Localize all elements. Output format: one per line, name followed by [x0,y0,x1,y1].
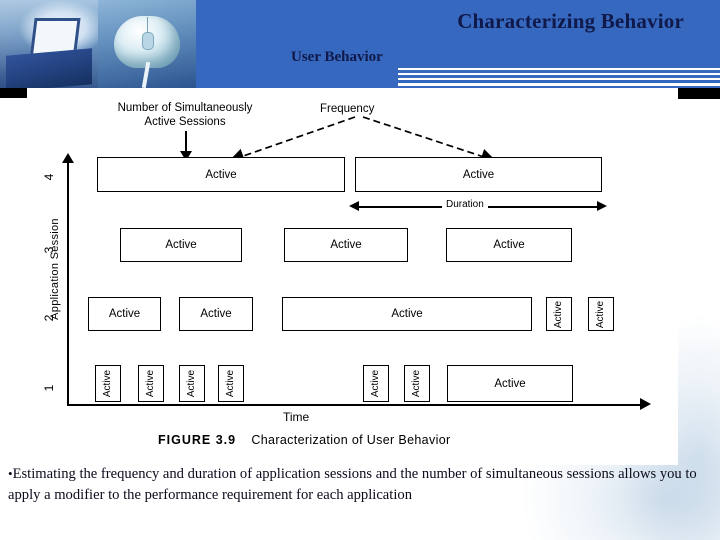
session-box-r1-c6[interactable]: Active [404,365,430,402]
x-axis-arrow-icon [640,398,651,410]
mouse-photo [98,0,196,88]
figure-black-bar-right [678,88,720,99]
header-stripes [398,68,720,88]
session-box-r1-c4[interactable]: Active [218,365,244,402]
session-box-label: Active [165,239,197,251]
session-box-r3-c3[interactable]: Active [446,228,572,262]
annotation-duration: Duration [442,199,488,210]
annotation-simultaneous-sessions: Number of Simultaneously Active Sessions [90,101,280,129]
slide: Characterizing Behavior User Behavior Nu… [0,0,720,540]
session-box-label: Active [330,239,362,251]
y-axis-arrow-icon [62,153,74,163]
y-tick-3: 3 [42,246,56,254]
session-box-r4-c1[interactable]: Active [97,157,345,192]
duration-arrow-head-left-icon [349,201,359,211]
sessions-arrow-shaft [185,131,187,153]
session-box-label: Active [553,300,565,328]
session-box-r2-c2[interactable]: Active [179,297,253,331]
duration-arrow-head-right-icon [597,201,607,211]
y-tick-1: 1 [42,384,56,392]
session-box-label: Active [225,369,237,398]
session-box-r1-c5[interactable]: Active [363,365,389,402]
bullet-paragraph: •Estimating the frequency and duration o… [8,463,708,506]
figure-caption: FIGURE 3.9 Characterization of User Beha… [158,433,451,447]
session-box-label: Active [145,369,157,398]
x-axis-label: Time [283,410,310,424]
figure-canvas: Number of Simultaneously Active Sessions… [27,98,678,465]
session-box-label: Active [595,300,607,328]
session-box-r4-c2[interactable]: Active [355,157,602,192]
laptop-photo [0,0,98,88]
session-box-label: Active [102,369,114,398]
session-box-label: Active [186,369,198,398]
session-box-label: Active [462,168,495,181]
session-box-label: Active [411,369,423,398]
session-box-r1-c2[interactable]: Active [138,365,164,402]
session-box-r1-c1[interactable]: Active [95,365,121,402]
session-box-label: Active [391,308,423,320]
slide-header: Characterizing Behavior User Behavior [0,0,720,88]
annotation-sessions-line2: Active Sessions [144,116,226,128]
session-box-r2-c5[interactable]: Active [588,297,614,331]
x-axis-line [67,404,642,406]
session-box-r2-c1[interactable]: Active [88,297,161,331]
figure-caption-text: Characterization of User Behavior [251,433,451,447]
session-box-r1-c7[interactable]: Active [447,365,573,402]
figure-caption-prefix: FIGURE 3.9 [158,433,237,447]
mouse-wheel [142,32,154,50]
session-box-label: Active [108,308,141,320]
y-axis-line [67,161,69,406]
bullet-text: Estimating the frequency and duration of… [8,466,697,503]
y-tick-2: 2 [42,314,56,322]
session-box-r2-c4[interactable]: Active [546,297,572,331]
page-title: Characterizing Behavior [457,9,684,33]
session-box-label: Active [205,168,237,181]
annotation-frequency: Frequency [320,103,375,115]
session-box-r3-c1[interactable]: Active [120,228,242,262]
page-subtitle: User Behavior [291,49,383,65]
annotation-sessions-line1: Number of Simultaneously [117,102,253,114]
session-box-label: Active [200,308,232,320]
session-box-label: Active [493,239,525,251]
y-tick-4: 4 [42,173,56,181]
session-box-r2-c3[interactable]: Active [282,297,532,331]
frequency-arrows-icon [228,116,497,164]
session-box-r1-c3[interactable]: Active [179,365,205,402]
session-box-label: Active [494,377,526,390]
session-box-label: Active [370,369,382,398]
session-box-r3-c2[interactable]: Active [284,228,408,262]
figure-black-bar-left [0,88,27,98]
